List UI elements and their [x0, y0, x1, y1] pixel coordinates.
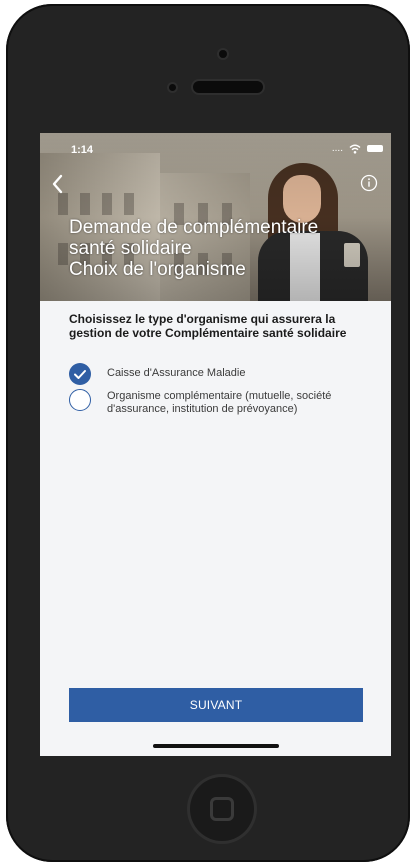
title-line-1: Demande de complémentaire [69, 217, 319, 238]
next-button[interactable]: SUIVANT [69, 688, 363, 722]
question-text: Choisissez le type d'organisme qui assur… [69, 312, 347, 340]
battery-icon [367, 145, 383, 152]
back-button[interactable] [49, 172, 67, 196]
proximity-sensor [169, 84, 176, 91]
info-button[interactable] [360, 174, 378, 192]
option-label: Caisse d'Assurance Maladie [107, 367, 246, 379]
header-banner: 1:14 .... Demande de complémentaire sant… [40, 133, 391, 301]
page-title: Demande de complémentaire santé solidair… [69, 217, 369, 280]
checkmark-icon [74, 370, 86, 379]
wifi-icon [349, 144, 361, 154]
earpiece-speaker [193, 81, 263, 93]
home-indicator [153, 744, 279, 748]
title-line-2: santé solidaire [69, 238, 192, 259]
status-indicators: .... [332, 143, 383, 154]
title-line-3: Choix de l'organisme [69, 259, 246, 280]
radio-checked[interactable] [69, 363, 91, 385]
option-label: Organisme complémentaire (mutuelle, soci… [107, 390, 332, 415]
signal-dots: .... [331, 143, 343, 154]
front-camera [219, 50, 227, 58]
radio-unchecked[interactable] [69, 389, 91, 411]
app-screen: 1:14 .... Demande de complémentaire sant… [40, 133, 391, 756]
status-time: 1:14 [71, 144, 94, 156]
home-button[interactable] [190, 777, 254, 841]
info-icon [360, 174, 378, 192]
chevron-left-icon [52, 174, 63, 194]
